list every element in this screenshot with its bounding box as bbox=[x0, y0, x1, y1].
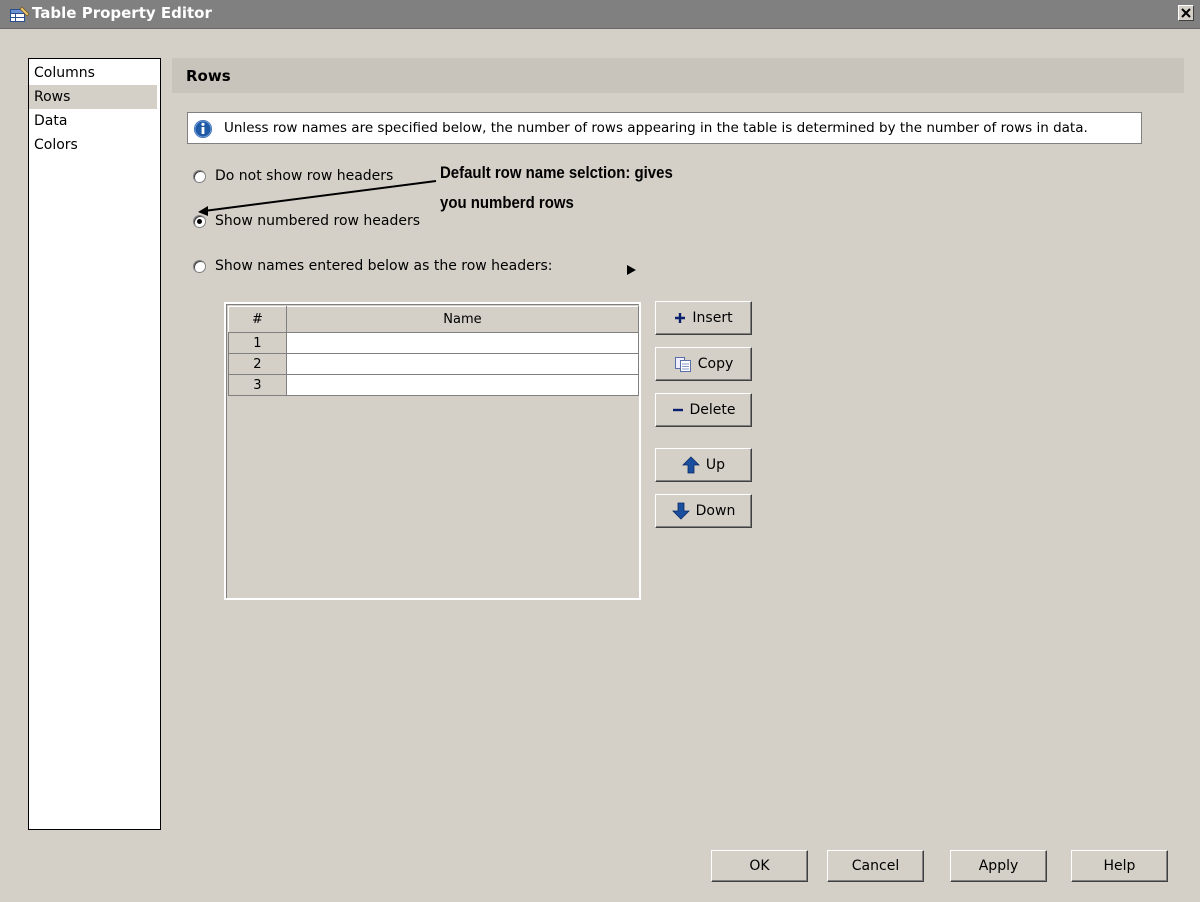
up-button-label: Up bbox=[705, 457, 726, 473]
insert-button[interactable]: Insert bbox=[655, 301, 752, 335]
radio-numbered-label: Show numbered row headers bbox=[215, 213, 421, 229]
cancel-button[interactable]: Cancel bbox=[827, 850, 924, 882]
info-text: Unless row names are specified below, th… bbox=[224, 120, 1088, 136]
row-number-cell: 1 bbox=[228, 332, 287, 354]
plus-icon bbox=[674, 312, 686, 324]
close-button[interactable] bbox=[1178, 5, 1194, 21]
row-name-cell[interactable] bbox=[285, 353, 640, 375]
section-header: Rows bbox=[172, 58, 1184, 93]
nav-item-columns[interactable]: Columns bbox=[29, 61, 160, 85]
table-editor-icon bbox=[10, 6, 30, 23]
category-list: Columns Rows Data Colors bbox=[28, 58, 161, 830]
info-message: Unless row names are specified below, th… bbox=[187, 112, 1142, 144]
down-button[interactable]: Down bbox=[655, 494, 752, 528]
radio-names[interactable] bbox=[193, 259, 206, 273]
row-names-table: # Name 1 2 3 bbox=[224, 302, 641, 600]
info-icon bbox=[193, 119, 213, 143]
help-button[interactable]: Help bbox=[1071, 850, 1168, 882]
down-button-label: Down bbox=[695, 503, 736, 519]
table-row[interactable]: 1 bbox=[228, 332, 640, 354]
insert-button-label: Insert bbox=[692, 310, 733, 326]
nav-item-rows[interactable]: Rows bbox=[29, 85, 157, 109]
apply-button-label: Apply bbox=[978, 858, 1019, 874]
row-number-cell: 3 bbox=[228, 374, 287, 396]
row-name-cell[interactable] bbox=[285, 374, 640, 396]
delete-button-label: Delete bbox=[689, 402, 736, 418]
copy-button[interactable]: Copy bbox=[655, 347, 752, 381]
radio-numbered[interactable] bbox=[193, 214, 206, 228]
table-row[interactable]: 2 bbox=[228, 353, 640, 375]
table-header-row: # Name bbox=[228, 306, 640, 333]
ok-button-label: OK bbox=[749, 858, 770, 874]
copy-button-label: Copy bbox=[697, 356, 734, 372]
help-button-label: Help bbox=[1103, 858, 1136, 874]
radio-option-names[interactable]: Show names entered below as the row head… bbox=[193, 256, 553, 276]
cancel-button-label: Cancel bbox=[851, 858, 900, 874]
delete-button[interactable]: Delete bbox=[655, 393, 752, 427]
column-header-number[interactable]: # bbox=[228, 306, 287, 333]
annotation-line-2: you numberd rows bbox=[440, 193, 574, 212]
radio-option-none[interactable]: Do not show row headers bbox=[193, 166, 393, 186]
row-number-cell: 2 bbox=[228, 353, 287, 375]
table-row[interactable]: 3 bbox=[228, 374, 640, 396]
arrow-up-icon bbox=[681, 456, 700, 474]
nav-item-colors[interactable]: Colors bbox=[29, 133, 160, 157]
arrow-down-icon bbox=[671, 502, 690, 520]
radio-names-label: Show names entered below as the row head… bbox=[215, 258, 553, 274]
row-names-grid: # Name 1 2 3 bbox=[228, 306, 640, 396]
up-button[interactable]: Up bbox=[655, 448, 752, 482]
title-bar: Table Property Editor bbox=[0, 0, 1200, 29]
cursor-marker-icon bbox=[627, 265, 636, 275]
minus-icon bbox=[672, 404, 684, 416]
apply-button[interactable]: Apply bbox=[950, 850, 1047, 882]
ok-button[interactable]: OK bbox=[711, 850, 808, 882]
row-name-cell[interactable] bbox=[285, 332, 640, 354]
radio-none[interactable] bbox=[193, 169, 206, 183]
copy-icon bbox=[674, 356, 692, 372]
window-title: Table Property Editor bbox=[32, 4, 212, 22]
radio-none-label: Do not show row headers bbox=[215, 168, 394, 184]
annotation-text: Default row name selction: gives you num… bbox=[440, 158, 673, 218]
nav-item-data[interactable]: Data bbox=[29, 109, 160, 133]
annotation-line-1: Default row name selction: gives bbox=[440, 163, 673, 182]
section-title: Rows bbox=[186, 67, 231, 85]
radio-option-numbered[interactable]: Show numbered row headers bbox=[193, 211, 420, 231]
column-header-name[interactable]: Name bbox=[285, 306, 640, 333]
close-icon bbox=[1181, 8, 1191, 18]
